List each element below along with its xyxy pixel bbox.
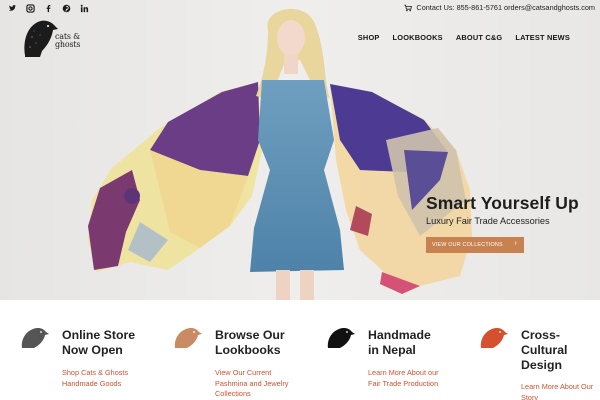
feature-link[interactable]: Shop Cats & Ghosts Handmade Goods [62, 368, 162, 389]
crow-logo-icon [24, 20, 58, 57]
logo-wordmark: cats & ghosts [55, 33, 81, 49]
feature-link[interactable]: Learn More About Our Story [521, 382, 600, 400]
nav-item-shop[interactable]: SHOP [358, 33, 380, 42]
feature-link[interactable]: View Our Current Pashmina and Jewelry Co… [215, 368, 315, 400]
nav-item-latest-news[interactable]: LATEST NEWS [515, 33, 570, 42]
crow-icon [21, 328, 49, 348]
chevron-right-icon: › [514, 240, 517, 247]
view-collections-button[interactable]: VIEW OUR COLLECTIONS › [426, 237, 524, 253]
main-nav: SHOP LOOKBOOKS ABOUT C&G LATEST NEWS [358, 33, 570, 42]
features-section: Online Store Now Open Shop Cats & Ghosts… [0, 300, 600, 400]
instagram-icon[interactable] [24, 3, 36, 14]
feature-link[interactable]: Learn More About our Fair Trade Producti… [368, 368, 468, 389]
cart-icon [404, 4, 413, 11]
view-collections-label: VIEW OUR COLLECTIONS [432, 242, 503, 248]
contact-info: Contact Us: 855-861-5761 orders@catsandg… [404, 3, 595, 12]
contact-text: Contact Us: 855-861-5761 orders@catsandg… [416, 3, 595, 12]
logo-line-2: ghosts [55, 40, 81, 49]
crow-icon [327, 328, 355, 348]
page: Contact Us: 855-861-5761 orders@catsandg… [0, 0, 600, 400]
hero-subtitle: Luxury Fair Trade Accessories [426, 216, 550, 226]
nav-item-about[interactable]: ABOUT C&G [456, 33, 503, 42]
twitter-icon[interactable] [6, 3, 18, 14]
feature-title: Online Store Now Open [62, 328, 136, 357]
hero-title: Smart Yourself Up [426, 193, 579, 213]
hero-image [0, 0, 600, 300]
crow-icon [480, 328, 508, 348]
feature-title: Cross- Cultural Design [521, 328, 568, 372]
feature-title: Browse Our Lookbooks [215, 328, 285, 357]
social-links [6, 3, 90, 14]
nav-item-lookbooks[interactable]: LOOKBOOKS [393, 33, 443, 42]
logo[interactable]: cats & ghosts [22, 17, 86, 57]
facebook-icon[interactable] [42, 3, 54, 14]
hero-banner: Contact Us: 855-861-5761 orders@catsandg… [0, 0, 600, 300]
feature-title: Handmade in Nepal [368, 328, 431, 357]
pinterest-icon[interactable] [60, 3, 72, 14]
linkedin-icon[interactable] [78, 3, 90, 14]
crow-icon [174, 328, 202, 348]
